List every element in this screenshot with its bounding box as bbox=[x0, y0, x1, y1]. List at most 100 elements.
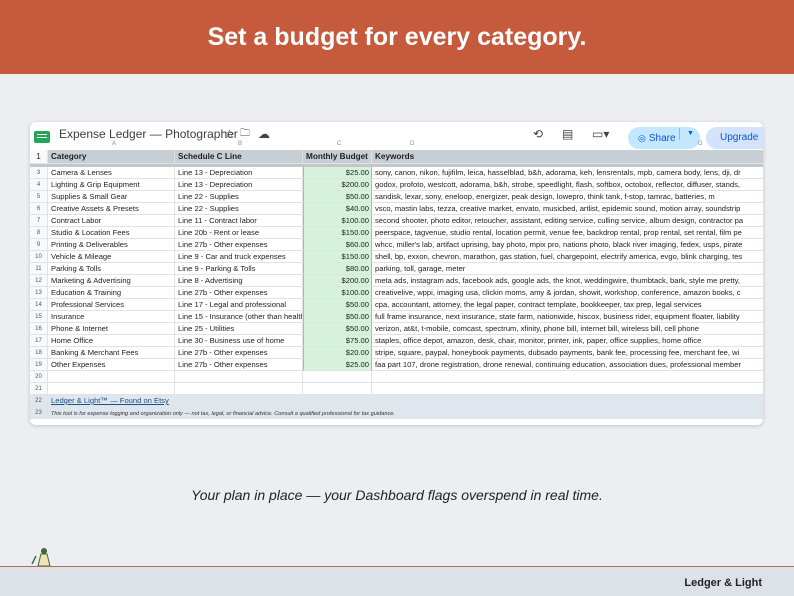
keywords-cell[interactable]: creativelive, wppi, imaging usa, clickin… bbox=[372, 287, 763, 299]
row-number[interactable]: 1 bbox=[30, 150, 48, 164]
empty-cell[interactable] bbox=[175, 371, 303, 383]
keywords-cell[interactable]: godox, profoto, westcott, adorama, b&h, … bbox=[372, 179, 763, 191]
budget-cell[interactable]: $50.00 bbox=[303, 191, 372, 203]
row-number[interactable]: 13 bbox=[30, 287, 48, 299]
category-cell[interactable]: Insurance bbox=[48, 311, 175, 323]
cloud-status-icon[interactable]: ☁ bbox=[258, 127, 270, 141]
document-title[interactable]: Expense Ledger — Photographer bbox=[59, 127, 238, 141]
schedule-c-cell[interactable]: Line 9 - Parking & Tolls bbox=[175, 263, 303, 275]
category-cell[interactable]: Vehicle & Mileage bbox=[48, 251, 175, 263]
row-number[interactable]: 16 bbox=[30, 323, 48, 335]
header-category[interactable]: Category bbox=[48, 150, 175, 164]
row-number[interactable]: 20 bbox=[30, 371, 48, 383]
schedule-c-cell[interactable]: Line 15 - Insurance (other than health) bbox=[175, 311, 303, 323]
empty-cell[interactable] bbox=[48, 383, 175, 395]
schedule-c-cell[interactable]: Line 17 - Legal and professional bbox=[175, 299, 303, 311]
empty-cell[interactable] bbox=[303, 371, 372, 383]
keywords-cell[interactable]: sandisk, lexar, sony, eneloop, energizer… bbox=[372, 191, 763, 203]
schedule-c-cell[interactable]: Line 27b - Other expenses bbox=[175, 239, 303, 251]
schedule-c-cell[interactable]: Line 9 - Car and truck expenses bbox=[175, 251, 303, 263]
keywords-cell[interactable]: verizon, at&t, t-mobile, comcast, spectr… bbox=[372, 323, 763, 335]
budget-cell[interactable]: $80.00 bbox=[303, 263, 372, 275]
header-schedule-c-line[interactable]: Schedule C Line bbox=[175, 150, 303, 164]
empty-cell[interactable] bbox=[48, 371, 175, 383]
comment-icon[interactable]: ▤ bbox=[562, 127, 573, 141]
budget-cell[interactable]: $150.00 bbox=[303, 251, 372, 263]
row-number[interactable]: 10 bbox=[30, 251, 48, 263]
keywords-cell[interactable]: second shooter, photo editor, retoucher,… bbox=[372, 215, 763, 227]
row-number[interactable]: 12 bbox=[30, 275, 48, 287]
header-keywords[interactable]: Keywords bbox=[372, 150, 763, 164]
row-number[interactable]: 22 bbox=[30, 395, 48, 407]
category-cell[interactable]: Creative Assets & Presets bbox=[48, 203, 175, 215]
row-number[interactable]: 9 bbox=[30, 239, 48, 251]
row-number[interactable]: 8 bbox=[30, 227, 48, 239]
category-cell[interactable]: Marketing & Advertising bbox=[48, 275, 175, 287]
schedule-c-cell[interactable]: Line 27b - Other expenses bbox=[175, 287, 303, 299]
category-cell[interactable]: Studio & Location Fees bbox=[48, 227, 175, 239]
row-number[interactable]: 7 bbox=[30, 215, 48, 227]
category-cell[interactable]: Professional Services bbox=[48, 299, 175, 311]
schedule-c-cell[interactable]: Line 25 - Utilities bbox=[175, 323, 303, 335]
category-cell[interactable]: Other Expenses bbox=[48, 359, 175, 371]
budget-cell[interactable]: $200.00 bbox=[303, 275, 372, 287]
share-dropdown-icon[interactable]: ▼ bbox=[687, 130, 694, 137]
keywords-cell[interactable]: staples, office depot, amazon, desk, cha… bbox=[372, 335, 763, 347]
column-letter-g[interactable]: G bbox=[698, 141, 703, 147]
schedule-c-cell[interactable]: Line 11 - Contract labor bbox=[175, 215, 303, 227]
budget-cell[interactable]: $25.00 bbox=[303, 359, 372, 371]
category-cell[interactable]: Printing & Deliverables bbox=[48, 239, 175, 251]
schedule-c-cell[interactable]: Line 27b - Other expenses bbox=[175, 347, 303, 359]
budget-cell[interactable]: $100.00 bbox=[303, 287, 372, 299]
keywords-cell[interactable]: stripe, square, paypal, honeybook paymen… bbox=[372, 347, 763, 359]
schedule-c-cell[interactable]: Line 27b - Other expenses bbox=[175, 359, 303, 371]
column-letter-c[interactable]: C bbox=[337, 141, 341, 147]
row-number[interactable]: 3 bbox=[30, 167, 48, 179]
category-cell[interactable]: Camera & Lenses bbox=[48, 167, 175, 179]
keywords-cell[interactable]: peerspace, tagvenue, studio rental, loca… bbox=[372, 227, 763, 239]
keywords-cell[interactable]: meta ads, instagram ads, facebook ads, g… bbox=[372, 275, 763, 287]
row-number[interactable]: 15 bbox=[30, 311, 48, 323]
keywords-cell[interactable]: whcc, miller's lab, artifact uprising, b… bbox=[372, 239, 763, 251]
keywords-cell[interactable]: cpa, accountant, attorney, the legal pap… bbox=[372, 299, 763, 311]
keywords-cell[interactable]: sony, canon, nikon, fujifilm, leica, has… bbox=[372, 167, 763, 179]
budget-cell[interactable]: $50.00 bbox=[303, 311, 372, 323]
schedule-c-cell[interactable]: Line 22 - Supplies bbox=[175, 191, 303, 203]
keywords-cell[interactable]: faa part 107, drone registration, drone … bbox=[372, 359, 763, 371]
row-number[interactable]: 4 bbox=[30, 179, 48, 191]
category-cell[interactable]: Banking & Merchant Fees bbox=[48, 347, 175, 359]
budget-cell[interactable]: $60.00 bbox=[303, 239, 372, 251]
row-number[interactable]: 6 bbox=[30, 203, 48, 215]
row-number[interactable]: 14 bbox=[30, 299, 48, 311]
budget-cell[interactable]: $100.00 bbox=[303, 215, 372, 227]
budget-cell[interactable]: $75.00 bbox=[303, 335, 372, 347]
keywords-cell[interactable]: vsco, mastin labs, tezza, creative marke… bbox=[372, 203, 763, 215]
category-cell[interactable]: Parking & Tolls bbox=[48, 263, 175, 275]
category-cell[interactable]: Education & Training bbox=[48, 287, 175, 299]
schedule-c-cell[interactable]: Line 13 - Depreciation bbox=[175, 179, 303, 191]
row-number[interactable]: 5 bbox=[30, 191, 48, 203]
keywords-cell[interactable]: parking, toll, garage, meter bbox=[372, 263, 763, 275]
schedule-c-cell[interactable]: Line 22 - Supplies bbox=[175, 203, 303, 215]
row-number[interactable]: 23 bbox=[30, 407, 48, 419]
keywords-cell[interactable]: full frame insurance, next insurance, st… bbox=[372, 311, 763, 323]
empty-cell[interactable] bbox=[303, 383, 372, 395]
etsy-link[interactable]: Ledger & Light™ — Found on Etsy bbox=[51, 396, 169, 405]
empty-cell[interactable] bbox=[372, 383, 763, 395]
category-cell[interactable]: Contract Labor bbox=[48, 215, 175, 227]
row-number[interactable]: 11 bbox=[30, 263, 48, 275]
category-cell[interactable]: Lighting & Grip Equipment bbox=[48, 179, 175, 191]
row-number[interactable]: 17 bbox=[30, 335, 48, 347]
budget-cell[interactable]: $40.00 bbox=[303, 203, 372, 215]
column-letter-b[interactable]: B bbox=[238, 141, 242, 147]
budget-cell[interactable]: $150.00 bbox=[303, 227, 372, 239]
keywords-cell[interactable]: shell, bp, exxon, chevron, marathon, gas… bbox=[372, 251, 763, 263]
column-letter-d[interactable]: D bbox=[410, 141, 414, 147]
column-letter-a[interactable]: A bbox=[112, 141, 116, 147]
row-number[interactable]: 21 bbox=[30, 383, 48, 395]
row-number[interactable]: 19 bbox=[30, 359, 48, 371]
budget-cell[interactable]: $25.00 bbox=[303, 167, 372, 179]
budget-cell[interactable]: $50.00 bbox=[303, 323, 372, 335]
move-to-folder-icon[interactable]: 🗀 bbox=[240, 127, 250, 141]
empty-cell[interactable] bbox=[175, 383, 303, 395]
